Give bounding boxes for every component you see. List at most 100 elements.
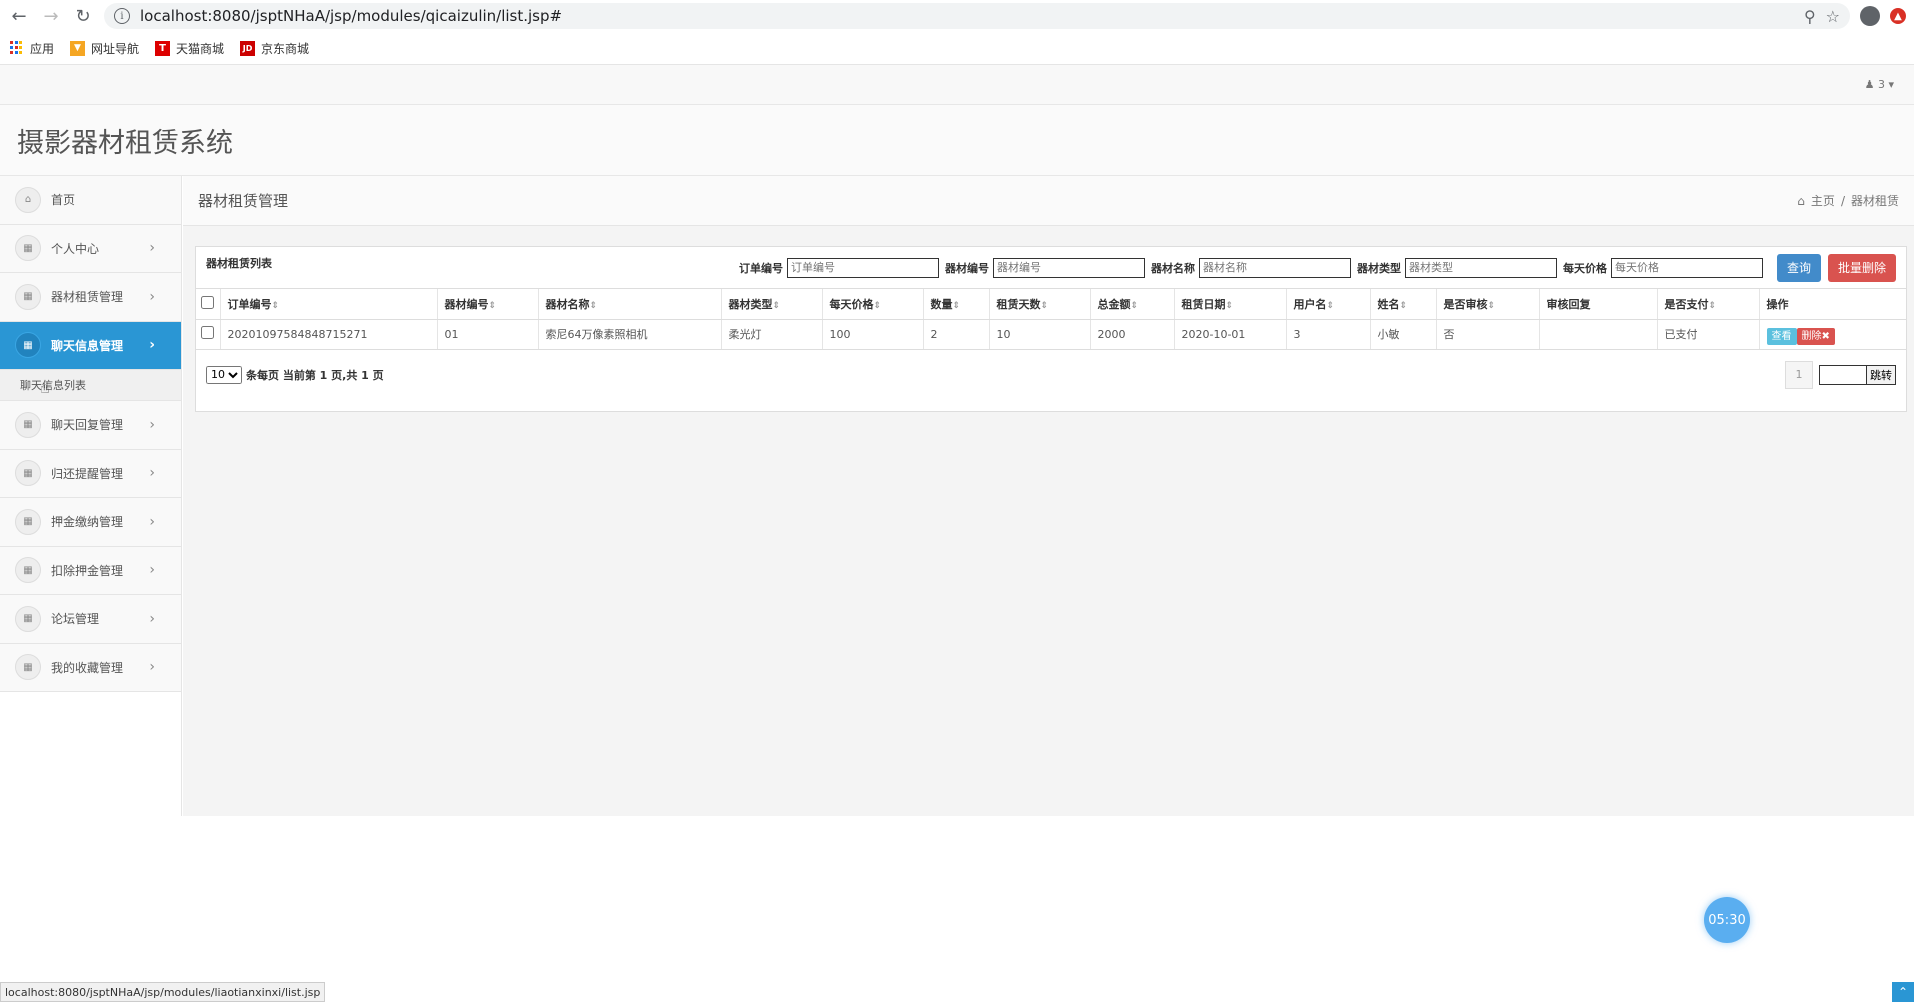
sidebar-item-forum[interactable]: ▦ 论坛管理 › xyxy=(0,595,181,644)
clock-widget[interactable]: 05:30 xyxy=(1704,897,1750,943)
sort-icon: ⇕ xyxy=(488,300,497,311)
bookmark-apps[interactable]: 应用 xyxy=(10,40,54,57)
page-number[interactable]: 1 xyxy=(1785,360,1813,389)
hand-cursor-icon: ☝ xyxy=(40,378,50,397)
reload-icon[interactable]: ↻ xyxy=(72,5,94,27)
bookmark-jd[interactable]: JD 京东商城 xyxy=(240,40,309,57)
info-icon[interactable]: i xyxy=(114,8,130,24)
home-icon: ⌂ xyxy=(1797,193,1805,208)
url-text: localhost:8080/jsptNHaA/jsp/modules/qica… xyxy=(140,7,563,25)
sidebar-item-deposit-payment[interactable]: ▦ 押金缴纳管理 › xyxy=(0,498,181,547)
equip-no-input[interactable] xyxy=(992,257,1145,278)
sort-icon: ⇕ xyxy=(952,300,961,311)
chevron-right-icon: › xyxy=(149,562,155,579)
sidebar-item-personal-center[interactable]: ▦ 个人中心 › xyxy=(0,224,181,273)
sort-icon: ⇕ xyxy=(589,300,598,311)
chevron-up-icon: ⌃ xyxy=(1897,985,1909,999)
col-equip-name[interactable]: 器材名称⇕ xyxy=(538,289,722,320)
star-icon[interactable]: ☆ xyxy=(1826,7,1840,26)
zoom-icon[interactable]: ⚲ xyxy=(1804,7,1816,26)
header-label: 总金额 xyxy=(1097,297,1131,311)
equip-name-input[interactable] xyxy=(1198,257,1351,278)
col-date[interactable]: 租赁日期⇕ xyxy=(1174,289,1287,320)
query-button[interactable]: 查询 xyxy=(1776,253,1821,282)
col-reviewed[interactable]: 是否审核⇕ xyxy=(1436,289,1540,320)
table-icon: ▦ xyxy=(15,605,41,632)
sidebar-item-chat-replies[interactable]: ▦ 聊天回复管理 › xyxy=(0,401,181,450)
delete-button[interactable]: 删除✖ xyxy=(1796,327,1835,345)
bookmark-label: 天猫商城 xyxy=(176,41,225,56)
batch-delete-button[interactable]: 批量删除 xyxy=(1827,253,1896,282)
daily-price-label: 每天价格 xyxy=(1562,261,1607,275)
header-label: 审核回复 xyxy=(1546,297,1591,311)
page-title: 器材租赁管理 xyxy=(198,192,289,210)
row-select-cell xyxy=(196,319,221,350)
daily-price-input[interactable] xyxy=(1610,257,1763,278)
scroll-top-button[interactable]: ⌃ xyxy=(1892,982,1914,1002)
table-row: 20201097584848715271 01 索尼64万像素照相机 柔光灯 1… xyxy=(196,319,1906,350)
equip-type-label: 器材类型 xyxy=(1356,261,1401,275)
extension-icon[interactable]: ▲ xyxy=(1890,8,1906,24)
table-icon: ▦ xyxy=(15,654,41,681)
page-size-select[interactable]: 10 xyxy=(206,365,242,384)
sort-icon: ⇕ xyxy=(1130,300,1139,311)
sidebar-item-label: 聊天信息管理 xyxy=(51,338,124,353)
table-icon: ▦ xyxy=(15,460,41,487)
profile-icon[interactable] xyxy=(1860,6,1880,26)
bookmark-tmall[interactable]: T 天猫商城 xyxy=(155,40,224,57)
equip-type-input[interactable] xyxy=(1404,257,1557,278)
sidebar-item-deposit-deduction[interactable]: ▦ 扣除押金管理 › xyxy=(0,546,181,595)
col-name[interactable]: 姓名⇕ xyxy=(1370,289,1437,320)
sidebar-subitem-chat-list[interactable]: 聊天信息列表 ☝ xyxy=(0,370,181,401)
header-label: 操作 xyxy=(1766,297,1789,311)
forward-icon[interactable]: → xyxy=(40,5,62,27)
cell-name: 小敏 xyxy=(1370,319,1437,350)
bookmark-label: 网址导航 xyxy=(91,41,140,56)
breadcrumb-home[interactable]: 主页 xyxy=(1811,192,1835,209)
col-quantity[interactable]: 数量⇕ xyxy=(923,289,990,320)
col-paid[interactable]: 是否支付⇕ xyxy=(1657,289,1760,320)
order-no-label: 订单编号 xyxy=(738,261,783,275)
sidebar-item-label: 聊天回复管理 xyxy=(51,418,124,433)
col-total[interactable]: 总金额⇕ xyxy=(1090,289,1175,320)
select-all-checkbox[interactable] xyxy=(201,295,214,309)
cell-paid: 已支付 xyxy=(1657,319,1760,350)
header-label: 数量 xyxy=(930,297,953,311)
col-daily-price[interactable]: 每天价格⇕ xyxy=(822,289,924,320)
sidebar-item-chat-messages[interactable]: ▦ 聊天信息管理 › xyxy=(0,321,181,370)
header-label: 是否审核 xyxy=(1443,297,1488,311)
cell-order-no: 20201097584848715271 xyxy=(220,319,438,350)
view-button[interactable]: 查看 xyxy=(1766,327,1797,345)
row-checkbox[interactable] xyxy=(201,326,214,339)
col-order-no[interactable]: 订单编号⇕ xyxy=(220,289,438,320)
sidebar-item-return-reminder[interactable]: ▦ 归还提醒管理 › xyxy=(0,449,181,498)
search-bar: 订单编号 器材编号 器材名称 器材类型 每天价格 查询 批量删除 xyxy=(737,253,1896,282)
table-icon: ▦ xyxy=(15,332,41,359)
col-username[interactable]: 用户名⇕ xyxy=(1286,289,1371,320)
col-days[interactable]: 租赁天数⇕ xyxy=(989,289,1091,320)
address-bar[interactable]: i localhost:8080/jsptNHaA/jsp/modules/qi… xyxy=(104,3,1850,29)
cell-actions: 查看 删除✖ xyxy=(1759,319,1906,350)
col-equip-no[interactable]: 器材编号⇕ xyxy=(437,289,539,320)
chevron-right-icon: › xyxy=(149,659,155,676)
bookmark-nav[interactable]: ▼ 网址导航 xyxy=(70,40,139,57)
cell-equip-type: 柔光灯 xyxy=(721,319,823,350)
table-icon: ▦ xyxy=(15,411,41,438)
jump-page-input[interactable] xyxy=(1819,364,1867,385)
cell-days: 10 xyxy=(989,319,1091,350)
cell-username: 3 xyxy=(1286,319,1371,350)
user-menu[interactable]: ♟ 3 ▾ xyxy=(1865,78,1894,91)
jump-button[interactable]: 跳转 xyxy=(1866,364,1896,385)
back-icon[interactable]: ← xyxy=(8,5,30,27)
sidebar-item-label: 个人中心 xyxy=(51,241,100,256)
chevron-right-icon: › xyxy=(149,513,155,530)
table-header-row: 订单编号⇕ 器材编号⇕ 器材名称⇕ 器材类型⇕ 每天价格⇕ 数量⇕ 租赁天数⇕ … xyxy=(196,289,1906,320)
sidebar-item-favorites[interactable]: ▦ 我的收藏管理 › xyxy=(0,643,181,692)
sort-icon: ⇕ xyxy=(1399,300,1408,311)
col-equip-type[interactable]: 器材类型⇕ xyxy=(721,289,823,320)
order-no-input[interactable] xyxy=(786,257,939,278)
table-icon: ▦ xyxy=(15,235,41,262)
sidebar-item-home[interactable]: ⌂ 首页 xyxy=(0,176,181,225)
sidebar-item-equipment-rental[interactable]: ▦ 器材租赁管理 › xyxy=(0,273,181,322)
equip-name-label: 器材名称 xyxy=(1150,261,1195,275)
